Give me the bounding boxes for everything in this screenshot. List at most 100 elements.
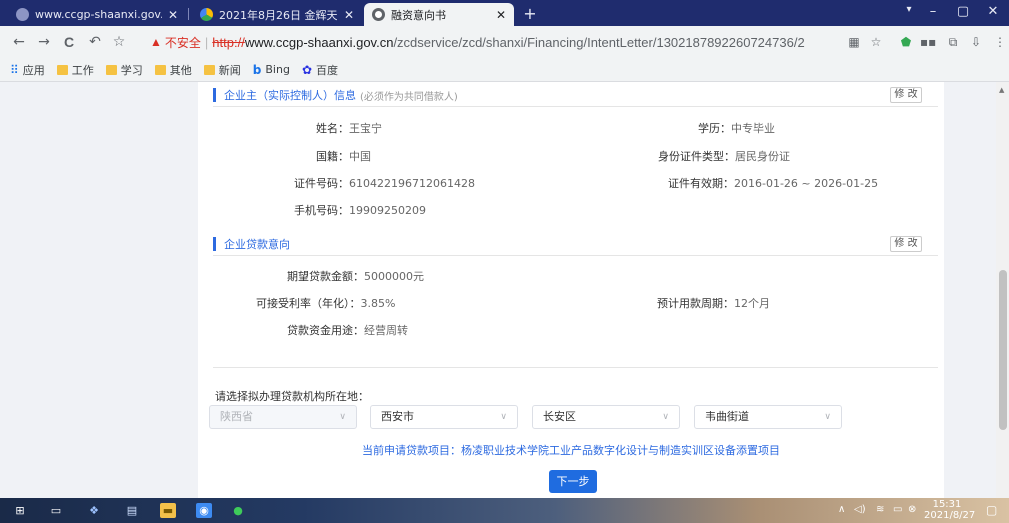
volume-icon[interactable]: ◁) [854, 504, 866, 515]
wifi-icon[interactable]: ≋ [876, 504, 884, 515]
minimize-button[interactable]: – [920, 4, 946, 19]
forward-button[interactable]: → [35, 34, 53, 50]
bookmark-work[interactable]: 工作 [56, 62, 94, 78]
vertical-scrollbar[interactable]: ▲ [996, 82, 1009, 498]
warning-icon[interactable]: ▲ [150, 35, 162, 49]
street-select[interactable]: 韦曲街道 ∨ [694, 405, 842, 429]
city-select[interactable]: 西安市 ∨ [370, 405, 518, 429]
edit-owner-button[interactable]: 修 改 [890, 87, 922, 103]
bookmark-study[interactable]: 学习 [105, 62, 143, 78]
district-select[interactable]: 长安区 ∨ [532, 405, 680, 429]
battery-icon[interactable]: ▭ [893, 504, 902, 515]
bookmark-label: 工作 [71, 63, 94, 77]
globe-icon [16, 8, 29, 21]
extension-icon[interactable]: ▪▪ [920, 35, 936, 49]
bookmark-news[interactable]: 新闻 [203, 62, 241, 78]
section-note: (必须作为共同借款人) [360, 91, 458, 103]
browser-toolbar: ← → C ↶ ☆ ▲ 不安全 | http:// www.ccgp-shaan… [0, 26, 1009, 58]
page-viewport: ▲ 企业主（实际控制人）信息 (必须作为共同借款人) 修 改 姓名：王宝宁 学历… [0, 82, 1009, 498]
loan-section-header: 企业贷款意向 [213, 236, 290, 252]
loan-amount-field: 期望贷款金额：5000000元 [287, 268, 424, 284]
history-button[interactable]: ↶ [86, 34, 104, 50]
bookmark-baidu[interactable]: ✿ 百度 [302, 62, 338, 78]
document-app-icon[interactable]: ▤ [124, 503, 140, 518]
bookmark-apps[interactable]: ⠿ 应用 [10, 62, 45, 78]
share-icon[interactable]: ⧉ [945, 35, 961, 49]
owner-id-type-field: 身份证件类型：居民身份证 [658, 148, 790, 164]
bookmark-bing[interactable]: b Bing [253, 63, 290, 77]
url-path: /zcdservice/zcd/shanxi/Financing/IntentL… [393, 34, 805, 50]
tab-ccgp[interactable]: www.ccgp-shaanxi.gov.cn ✕ [8, 3, 186, 26]
field-label: 身份证件类型： [658, 150, 735, 163]
section-title: 企业主（实际控制人）信息 [224, 89, 356, 102]
security-label[interactable]: 不安全 [165, 34, 201, 51]
tab-intent-letter[interactable]: 融资意向书 ✕ [364, 3, 514, 26]
select-value: 陕西省 [220, 410, 253, 423]
menu-icon[interactable]: ⋮ [992, 35, 1008, 49]
bookmark-star-button[interactable]: ☆ [110, 34, 128, 50]
notification-icon[interactable]: ▢ [986, 503, 997, 517]
field-label: 姓名： [316, 122, 349, 135]
divider [213, 367, 938, 368]
task-view-icon[interactable]: ▭ [48, 503, 64, 518]
owner-nationality-field: 国籍：中国 [316, 148, 371, 164]
network-app-icon[interactable]: ❖ [86, 503, 102, 518]
clock-date: 2021/8/27 [924, 510, 976, 521]
edit-loan-button[interactable]: 修 改 [890, 236, 922, 252]
close-circle-icon[interactable]: ⊗ [908, 504, 916, 515]
field-label: 证件有效期： [668, 177, 734, 190]
next-step-button[interactable]: 下一步 [549, 470, 597, 493]
reload-button[interactable]: C [60, 34, 78, 50]
address-bar[interactable]: ▲ 不安全 | http:// www.ccgp-shaanxi.gov.cn … [150, 32, 805, 52]
chevron-up-icon[interactable]: ∧ [838, 504, 845, 515]
shield-extension-icon[interactable]: ⬟ [898, 35, 914, 49]
back-button[interactable]: ← [10, 34, 28, 50]
section-marker [213, 88, 216, 102]
owner-education-field: 学历：中专毕业 [698, 120, 775, 136]
new-tab-button[interactable]: + [520, 4, 540, 24]
province-select[interactable]: 陕西省 ∨ [209, 405, 357, 429]
apps-icon: ⠿ [10, 62, 19, 77]
download-icon[interactable]: ⇩ [968, 35, 984, 49]
bookmarks-bar: ⠿ 应用 工作 学习 其他 新闻 b Bing ✿ 百度 [0, 58, 1009, 82]
maximize-button[interactable]: ▢ [950, 4, 976, 19]
field-label: 贷款资金用途： [287, 324, 364, 337]
qr-code-icon[interactable]: ▦ [846, 35, 862, 49]
folder-icon [203, 64, 215, 75]
close-icon[interactable]: ✕ [496, 8, 506, 22]
star-icon[interactable]: ☆ [868, 35, 884, 49]
region-title: 请选择拟办理贷款机构所在地： [215, 390, 369, 403]
select-value: 韦曲街道 [705, 410, 749, 423]
folder-icon [56, 64, 68, 75]
close-icon[interactable]: ✕ [344, 8, 354, 22]
tab-drive[interactable]: 2021年8月26日 金辉天宇凤栖云 ✕ [192, 3, 362, 26]
divider [213, 255, 938, 256]
url-scheme: http:// [212, 34, 245, 50]
globe-icon [372, 8, 385, 21]
field-label: 国籍： [316, 150, 349, 163]
owner-name-field: 姓名：王宝宁 [316, 120, 382, 136]
close-window-button[interactable]: ✕ [980, 4, 1006, 19]
chrome-icon[interactable]: ◉ [196, 503, 212, 518]
scroll-up-icon[interactable]: ▲ [999, 86, 1004, 94]
bing-icon: b [252, 62, 262, 77]
wechat-icon[interactable]: ● [230, 503, 246, 518]
close-icon[interactable]: ✕ [168, 8, 178, 22]
field-label: 期望贷款金额： [287, 270, 364, 283]
windows-start-icon[interactable]: ⊞ [12, 503, 28, 518]
bookmark-other[interactable]: 其他 [154, 62, 192, 78]
field-label: 手机号码： [294, 204, 349, 217]
section-marker [213, 237, 216, 251]
section-title: 企业贷款意向 [224, 238, 290, 251]
scrollbar-thumb[interactable] [999, 270, 1007, 430]
bookmark-label: 百度 [316, 63, 339, 77]
tab-search-button[interactable]: ▾ [896, 4, 922, 15]
bookmark-label: 应用 [22, 63, 45, 77]
system-clock[interactable]: 15:31 2021/8/27 [924, 499, 976, 521]
file-explorer-icon[interactable]: ▬ [160, 503, 176, 518]
divider [213, 106, 938, 107]
tab-title: www.ccgp-shaanxi.gov.cn [35, 8, 162, 21]
bookmark-label: 其他 [169, 63, 192, 77]
clock-time: 15:31 [932, 499, 962, 510]
field-value: 5000000元 [364, 270, 424, 283]
